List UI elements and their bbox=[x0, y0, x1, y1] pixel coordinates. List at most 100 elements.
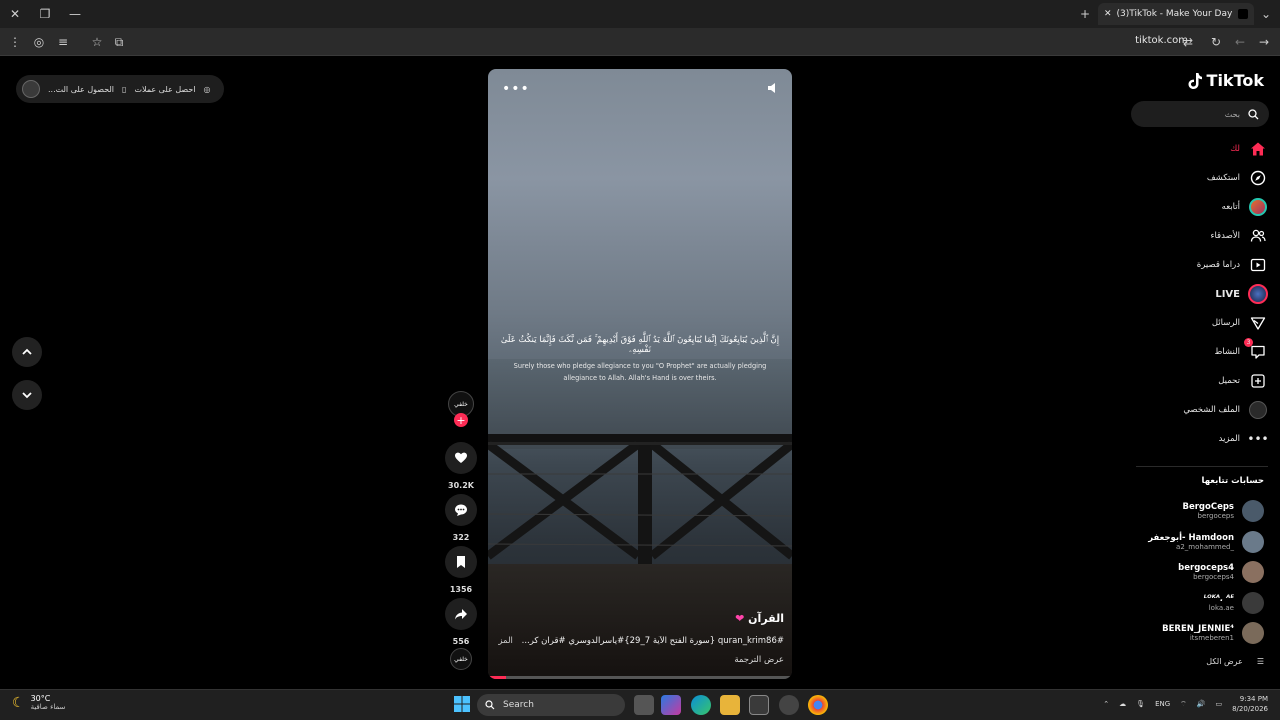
more-options-icon[interactable]: ••• bbox=[502, 81, 530, 97]
nav-activity[interactable]: النشاط 3 bbox=[1214, 338, 1268, 364]
search-icon[interactable] bbox=[1248, 108, 1259, 120]
follow-button[interactable]: + bbox=[454, 413, 468, 427]
share-count: 556 bbox=[452, 637, 470, 646]
following-account[interactable]: bergoceps4 bergoceps4 bbox=[1178, 559, 1264, 585]
video-player[interactable]: ••• إِنَّ ٱلَّذِينَ يُبَايِعُونَكَ إِنَّ… bbox=[488, 69, 792, 679]
account-name: أبوجعفر- Hamdoon bbox=[1148, 533, 1234, 543]
menu-dots-icon[interactable]: ⋮ bbox=[6, 33, 24, 51]
moon-icon: ☾ bbox=[12, 694, 25, 711]
store-icon[interactable] bbox=[749, 695, 769, 715]
search-input[interactable] bbox=[1144, 109, 1240, 119]
next-video-button[interactable] bbox=[12, 380, 42, 410]
nav-more[interactable]: المزيد ••• bbox=[1219, 427, 1269, 451]
nav-live[interactable]: LIVE bbox=[1215, 282, 1268, 306]
file-explorer-icon[interactable] bbox=[720, 695, 740, 715]
save-action[interactable]: 1356 bbox=[445, 546, 477, 594]
video-caption-text: #quran_krim86 {سورة الفتح الآية 7_29}#يا… bbox=[521, 636, 784, 646]
battery-icon[interactable]: ▭ bbox=[1215, 700, 1222, 708]
nav-messages[interactable]: الرسائل bbox=[1212, 311, 1268, 335]
edge-icon[interactable] bbox=[691, 695, 711, 715]
comment-action[interactable]: 322 bbox=[445, 494, 477, 542]
following-account[interactable]: ᴸᴼᴷᴬ. ᴬᴱ loka.ae bbox=[1204, 590, 1264, 616]
close-window-icon[interactable]: ✕ bbox=[6, 5, 24, 23]
activity-badge: 3 bbox=[1244, 338, 1253, 347]
nav-following[interactable]: أتابعه bbox=[1222, 195, 1268, 219]
weather-widget[interactable]: ☾ 30°C سماء صافية bbox=[12, 694, 65, 711]
following-account[interactable]: BEREN_JENNIE⁴ itsmeberen1 bbox=[1162, 620, 1264, 646]
share-action[interactable]: 556 bbox=[445, 598, 477, 646]
video-author[interactable]: القرآن ❤ bbox=[735, 612, 784, 625]
share-button[interactable] bbox=[445, 598, 477, 630]
bookmark-star-icon[interactable]: ☆ bbox=[88, 33, 106, 51]
like-action[interactable]: 30.2K bbox=[445, 442, 477, 490]
chrome-icon[interactable] bbox=[808, 695, 828, 715]
previous-video-button[interactable] bbox=[12, 337, 42, 367]
minimize-window-icon[interactable]: — bbox=[66, 5, 84, 23]
search-bar[interactable] bbox=[1131, 101, 1269, 127]
taskbar-clock[interactable]: 9:34 PM 8/20/2026 bbox=[1232, 694, 1268, 714]
site-settings-icon[interactable]: ⇄ bbox=[1179, 33, 1197, 51]
account-avatar bbox=[1242, 561, 1264, 583]
user-avatar[interactable] bbox=[22, 80, 40, 98]
volume-icon[interactable]: 🔊 bbox=[1197, 700, 1206, 708]
see-all-label[interactable]: عرض الكل bbox=[1206, 657, 1243, 666]
microphone-icon[interactable]: 🎙 bbox=[1136, 700, 1145, 708]
nav-short-drama[interactable]: دراما قصيرة bbox=[1197, 253, 1268, 277]
close-tab-icon[interactable]: ✕ bbox=[1104, 9, 1112, 19]
chevron-down-icon bbox=[22, 392, 32, 399]
tray-overflow-icon[interactable]: ⌃ bbox=[1103, 700, 1109, 708]
copilot-icon[interactable] bbox=[661, 695, 681, 715]
reload-icon[interactable]: ↻ bbox=[1207, 33, 1225, 51]
friends-icon bbox=[1248, 226, 1268, 246]
settings-icon[interactable] bbox=[779, 695, 799, 715]
browser-tab-bar: ✕ ❐ — + ✕ (3)TikTok - Make Your Day ⌄ bbox=[0, 0, 1280, 28]
volume-icon[interactable] bbox=[766, 81, 780, 95]
get-coins-pill[interactable]: الحصول على الت... ▯ احصل على عملات ◎ bbox=[16, 75, 224, 103]
heart-icon bbox=[455, 452, 467, 463]
forward-icon[interactable]: ← bbox=[1231, 33, 1249, 51]
film-icon bbox=[1248, 255, 1268, 275]
tab-tiktok[interactable]: ✕ (3)TikTok - Make Your Day bbox=[1098, 3, 1254, 25]
cloud-icon[interactable]: ☁ bbox=[1119, 700, 1126, 708]
task-view-icon[interactable] bbox=[634, 695, 654, 715]
new-tab-icon[interactable]: + bbox=[1076, 5, 1094, 23]
nav-profile[interactable]: الملف الشخصي bbox=[1183, 398, 1268, 422]
like-button[interactable] bbox=[445, 442, 477, 474]
weather-condition: سماء صافية bbox=[30, 703, 66, 711]
language-indicator[interactable]: ENG bbox=[1155, 700, 1170, 708]
share-arrow-icon bbox=[455, 609, 467, 620]
see-all-accounts[interactable]: عرض الكل ☰ bbox=[1206, 657, 1264, 666]
nav-upload[interactable]: تحميل bbox=[1218, 369, 1268, 393]
restore-window-icon[interactable]: ❐ bbox=[36, 5, 54, 23]
start-button[interactable] bbox=[453, 695, 473, 715]
translate-icon[interactable]: ⧉ bbox=[110, 33, 128, 51]
account-name: BEREN_JENNIE⁴ bbox=[1162, 624, 1234, 634]
following-account[interactable]: أبوجعفر- Hamdoon a2_mohammed_ bbox=[1148, 529, 1264, 555]
caption-more-link[interactable]: المزيد bbox=[498, 636, 513, 646]
video-progress-bar[interactable] bbox=[488, 676, 792, 679]
account-handle: bergoceps bbox=[1197, 512, 1234, 520]
back-icon[interactable]: → bbox=[1255, 33, 1273, 51]
wifi-icon[interactable]: ⌔ bbox=[1180, 700, 1187, 709]
save-button[interactable] bbox=[445, 546, 477, 578]
nav-friends[interactable]: الأصدقاء bbox=[1210, 224, 1268, 248]
profile-icon[interactable]: ◎ bbox=[30, 33, 48, 51]
get-coins-label[interactable]: احصل على عملات bbox=[134, 85, 195, 94]
music-disc[interactable]: خلفي bbox=[450, 648, 472, 670]
list-icon: ☰ bbox=[1256, 657, 1264, 666]
video-progress-fill bbox=[488, 676, 507, 679]
nav-friends-label: الأصدقاء bbox=[1210, 231, 1240, 241]
video-author-name[interactable]: القرآن bbox=[748, 612, 784, 625]
nav-explore[interactable]: استكشف bbox=[1207, 166, 1268, 190]
tiktok-logo[interactable]: TikTok bbox=[1187, 71, 1264, 90]
following-account[interactable]: BergoCeps bergoceps bbox=[1182, 498, 1264, 524]
taskbar-search[interactable]: Search bbox=[477, 694, 625, 716]
nav-for-you[interactable]: لك bbox=[1230, 137, 1268, 161]
comment-button[interactable] bbox=[445, 494, 477, 526]
see-translation-link[interactable]: عرض الترجمة bbox=[734, 655, 784, 665]
account-handle: a2_mohammed_ bbox=[1176, 543, 1234, 551]
get-app-label[interactable]: الحصول على الت... bbox=[48, 85, 114, 94]
tiktok-favicon-icon bbox=[1238, 9, 1248, 19]
tab-search-icon[interactable]: ⌄ bbox=[1257, 5, 1275, 23]
reading-list-icon[interactable]: ≡ bbox=[54, 33, 72, 51]
